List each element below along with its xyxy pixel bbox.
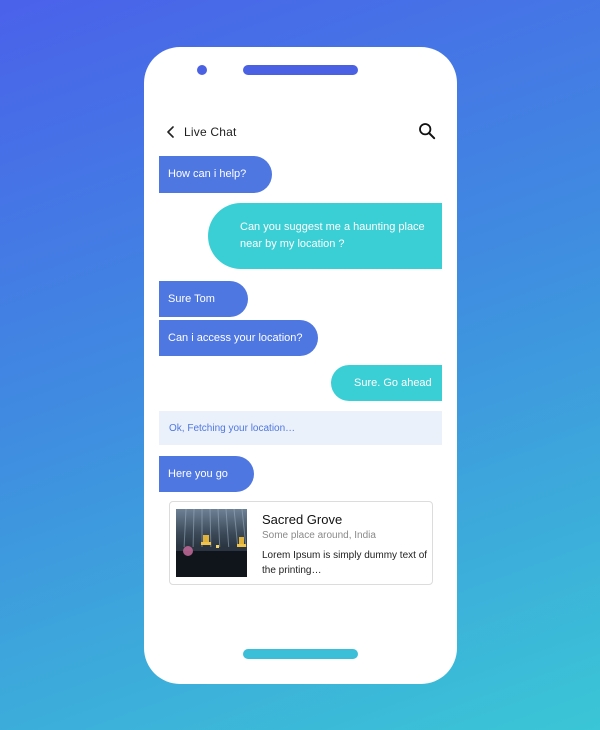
speaker-bar: [243, 65, 358, 75]
place-image: [176, 509, 247, 577]
place-card[interactable]: Sacred Grove Some place around, India Lo…: [169, 501, 433, 585]
home-indicator[interactable]: [243, 649, 358, 659]
agent-message: Sure Tom: [159, 281, 248, 317]
page-title: Live Chat: [184, 125, 237, 139]
place-location: Some place around, India: [262, 530, 376, 541]
agent-message: Here you go: [159, 456, 254, 492]
camera-dot: [197, 65, 207, 75]
agent-message: Can i access your location?: [159, 320, 318, 356]
user-message: Can you suggest me a haunting place near…: [208, 203, 442, 269]
message-text: Sure. Go ahead: [354, 376, 432, 389]
place-description: Lorem Ipsum is simply dummy text of the …: [262, 550, 428, 576]
place-thumbnail: [176, 509, 247, 577]
back-button[interactable]: Live Chat: [166, 125, 237, 139]
status-text: Ok, Fetching your location…: [169, 422, 296, 434]
message-text: Can you suggest me a haunting place near…: [240, 221, 425, 250]
agent-message: How can i help?: [159, 156, 272, 193]
chat-header: Live Chat: [166, 122, 436, 142]
phone-frame: Live Chat How can i help? Can you sugges…: [144, 47, 457, 684]
chevron-left-icon: [167, 126, 174, 138]
place-title: Sacred Grove: [262, 512, 343, 527]
message-text: Can i access your location?: [168, 331, 303, 344]
search-icon[interactable]: [418, 122, 436, 140]
message-text: Sure Tom: [168, 292, 215, 305]
message-text: How can i help?: [168, 168, 247, 180]
status-notice: Ok, Fetching your location…: [159, 411, 442, 445]
message-text: Here you go: [168, 467, 228, 480]
user-message: Sure. Go ahead: [331, 365, 442, 401]
